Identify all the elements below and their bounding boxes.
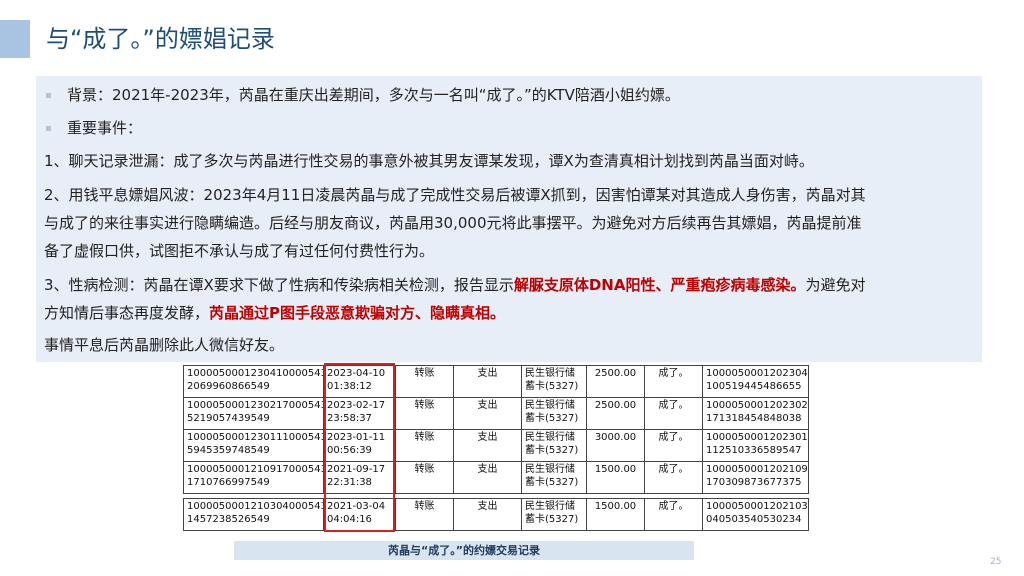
bullet-icon	[46, 93, 51, 98]
bank-cell-line-1: 民生银行储	[525, 368, 575, 379]
event-2-line-3: 备了虚假口供，试图拒不承认与成了有过任何付费性行为。	[44, 242, 435, 260]
amount-cell: 2500.00	[586, 397, 645, 430]
ref-cell-line-2: 112510336589547	[706, 445, 802, 456]
type-cell: 转账	[395, 365, 454, 398]
page-title: 与“成了。”的嫖娼记录	[46, 25, 275, 53]
txn-id-cell-line-1: 10000500012304100005432	[187, 368, 324, 379]
ref-cell-line-1: 1000050001202301	[706, 432, 808, 443]
type-cell: 转账	[395, 397, 454, 430]
table-row: 10000500012302170005432 5219057439549 2023…	[183, 397, 809, 430]
bank-cell: 民生银行储蓄卡(5327)	[521, 397, 587, 430]
bank-cell: 民生银行储蓄卡(5327)	[521, 365, 587, 398]
ref-cell: 1000050001202304 100519445486655	[702, 365, 809, 398]
ref-cell: 1000050001202301 112510336589547	[702, 429, 809, 462]
direction-cell: 支出	[453, 365, 522, 398]
bank-cell-line-1: 民生银行储	[525, 400, 575, 411]
bank-cell-line-1: 民生银行储	[525, 464, 575, 475]
txn-id-cell-line-2: 5219057439549	[187, 413, 270, 424]
txn-id-cell-line-1: 10000500012302170005432	[187, 400, 324, 411]
type-cell: 转账	[395, 461, 454, 494]
event-1: 1、聊天记录泄漏：成了多次与芮晶进行性交易的事意外被其男友谭某发现，谭X为查清真…	[44, 152, 814, 170]
bank-cell: 民生银行储蓄卡(5327)	[521, 461, 587, 494]
counterparty-cell: 成了。	[644, 397, 703, 430]
ref-cell-line-1: 1000050001202302	[706, 400, 808, 411]
bank-cell-line-2: 蓄卡(5327)	[525, 381, 579, 392]
table-row: 10000500012103040005432 1457238526549 2021…	[183, 498, 809, 531]
ref-cell-line-1: 1000050001202304	[706, 368, 808, 379]
bank-cell-line-2: 蓄卡(5327)	[525, 445, 579, 456]
txn-id-cell-line-2: 5945359748549	[187, 445, 270, 456]
bank-cell-line-1: 民生银行储	[525, 432, 575, 443]
closing-line: 事情平息后芮晶删除此人微信好友。	[44, 336, 285, 354]
txn-id-cell-line-2: 1457238526549	[187, 514, 270, 525]
event-3-line-1: 3、性病检测：芮晶在谭X要求下做了性病和传染病相关检测，报告显示解脲支原体DNA…	[44, 276, 866, 294]
table-caption: 芮晶与“成了。”的约嫖交易记录	[234, 541, 694, 560]
ref-cell-line-2: 100519445486655	[706, 381, 802, 392]
type-cell: 转账	[395, 498, 454, 531]
counterparty-cell: 成了。	[644, 498, 703, 531]
direction-cell: 支出	[453, 461, 522, 494]
table-row: 10000500012304100005432 2069960866549 2023…	[183, 365, 809, 398]
event-2-line-2: 与成了的来往事实进行隐瞒编造。后经与朋友商议，芮晶用30,000元将此事摆平。为…	[44, 214, 862, 232]
highlight-deception: 芮晶通过P图手段恶意欺骗对方、隐瞒真相。	[209, 304, 506, 322]
txn-id-cell-line-2: 2069960866549	[187, 381, 270, 392]
ref-cell: 1000050001202302 171318454848038	[702, 397, 809, 430]
direction-cell: 支出	[453, 397, 522, 430]
direction-cell: 支出	[453, 498, 522, 531]
amount-cell: 3000.00	[586, 429, 645, 462]
amount-cell: 1500.00	[586, 498, 645, 531]
direction-cell: 支出	[453, 429, 522, 462]
type-cell: 转账	[395, 429, 454, 462]
highlight-test-result: 解脲支原体DNA阳性、严重疱疹病毒感染。	[513, 276, 806, 294]
counterparty-cell: 成了。	[644, 461, 703, 494]
bank-cell-line-2: 蓄卡(5327)	[525, 413, 579, 424]
txn-id-cell: 10000500012109170005432 1710766997549	[183, 461, 324, 494]
date-highlight-box	[324, 363, 395, 532]
bank-cell: 民生银行储蓄卡(5327)	[521, 498, 587, 531]
bank-cell-line-1: 民生银行储	[525, 501, 575, 512]
txn-id-cell-line-1: 10000500012103040005432	[187, 501, 324, 512]
txn-id-cell-line-2: 1710766997549	[187, 477, 270, 488]
txn-id-cell: 10000500012302170005432 5219057439549	[183, 397, 324, 430]
ref-cell-line-1: 1000050001202109	[706, 464, 808, 475]
table-row: 10000500012109170005432 1710766997549 2021…	[183, 461, 809, 494]
transaction-table-image: 10000500012304100005432 2069960866549 2023…	[183, 365, 809, 532]
ref-cell-line-2: 171318454848038	[706, 413, 802, 424]
counterparty-cell: 成了。	[644, 429, 703, 462]
counterparty-cell: 成了。	[644, 365, 703, 398]
amount-cell: 1500.00	[586, 461, 645, 494]
title-accent-bar	[0, 20, 30, 58]
ref-cell-line-1: 1000050001202103	[706, 501, 808, 512]
txn-id-cell: 10000500012304100005432 2069960866549	[183, 365, 324, 398]
ref-cell-line-2: 040503540530234	[706, 514, 802, 525]
ref-cell-line-2: 170309873677375	[706, 477, 802, 488]
event-2-line-1: 2、用钱平息嫖娼风波：2023年4月11日凌晨芮晶与成了完成性交易后被谭X抓到，…	[44, 186, 866, 204]
page-number: 25	[990, 557, 1002, 567]
bank-cell: 民生银行储蓄卡(5327)	[521, 429, 587, 462]
ref-cell: 1000050001202109 170309873677375	[702, 461, 809, 494]
txn-id-cell: 10000500012301110005432 5945359748549	[183, 429, 324, 462]
bank-cell-line-2: 蓄卡(5327)	[525, 477, 579, 488]
event-3-line-2: 方知情后事态再度发酵，芮晶通过P图手段恶意欺骗对方、隐瞒真相。	[44, 304, 506, 322]
background-line: 背景：2021年-2023年，芮晶在重庆出差期间，多次与一名叫“成了。”的KTV…	[44, 82, 974, 109]
transaction-table: 10000500012304100005432 2069960866549 2023…	[183, 365, 809, 531]
ref-cell: 1000050001202103 040503540530234	[702, 498, 809, 531]
table-row: 10000500012301110005432 5945359748549 2023…	[183, 429, 809, 462]
bullet-icon	[46, 126, 51, 131]
txn-id-cell-line-1: 10000500012109170005432	[187, 464, 324, 475]
bank-cell-line-2: 蓄卡(5327)	[525, 514, 579, 525]
txn-id-cell-line-1: 10000500012301110005432	[187, 432, 324, 443]
key-events-line: 重要事件：	[44, 115, 974, 142]
txn-id-cell: 10000500012103040005432 1457238526549	[183, 498, 324, 531]
amount-cell: 2500.00	[586, 365, 645, 398]
content-panel: 背景：2021年-2023年，芮晶在重庆出差期间，多次与一名叫“成了。”的KTV…	[36, 76, 982, 362]
